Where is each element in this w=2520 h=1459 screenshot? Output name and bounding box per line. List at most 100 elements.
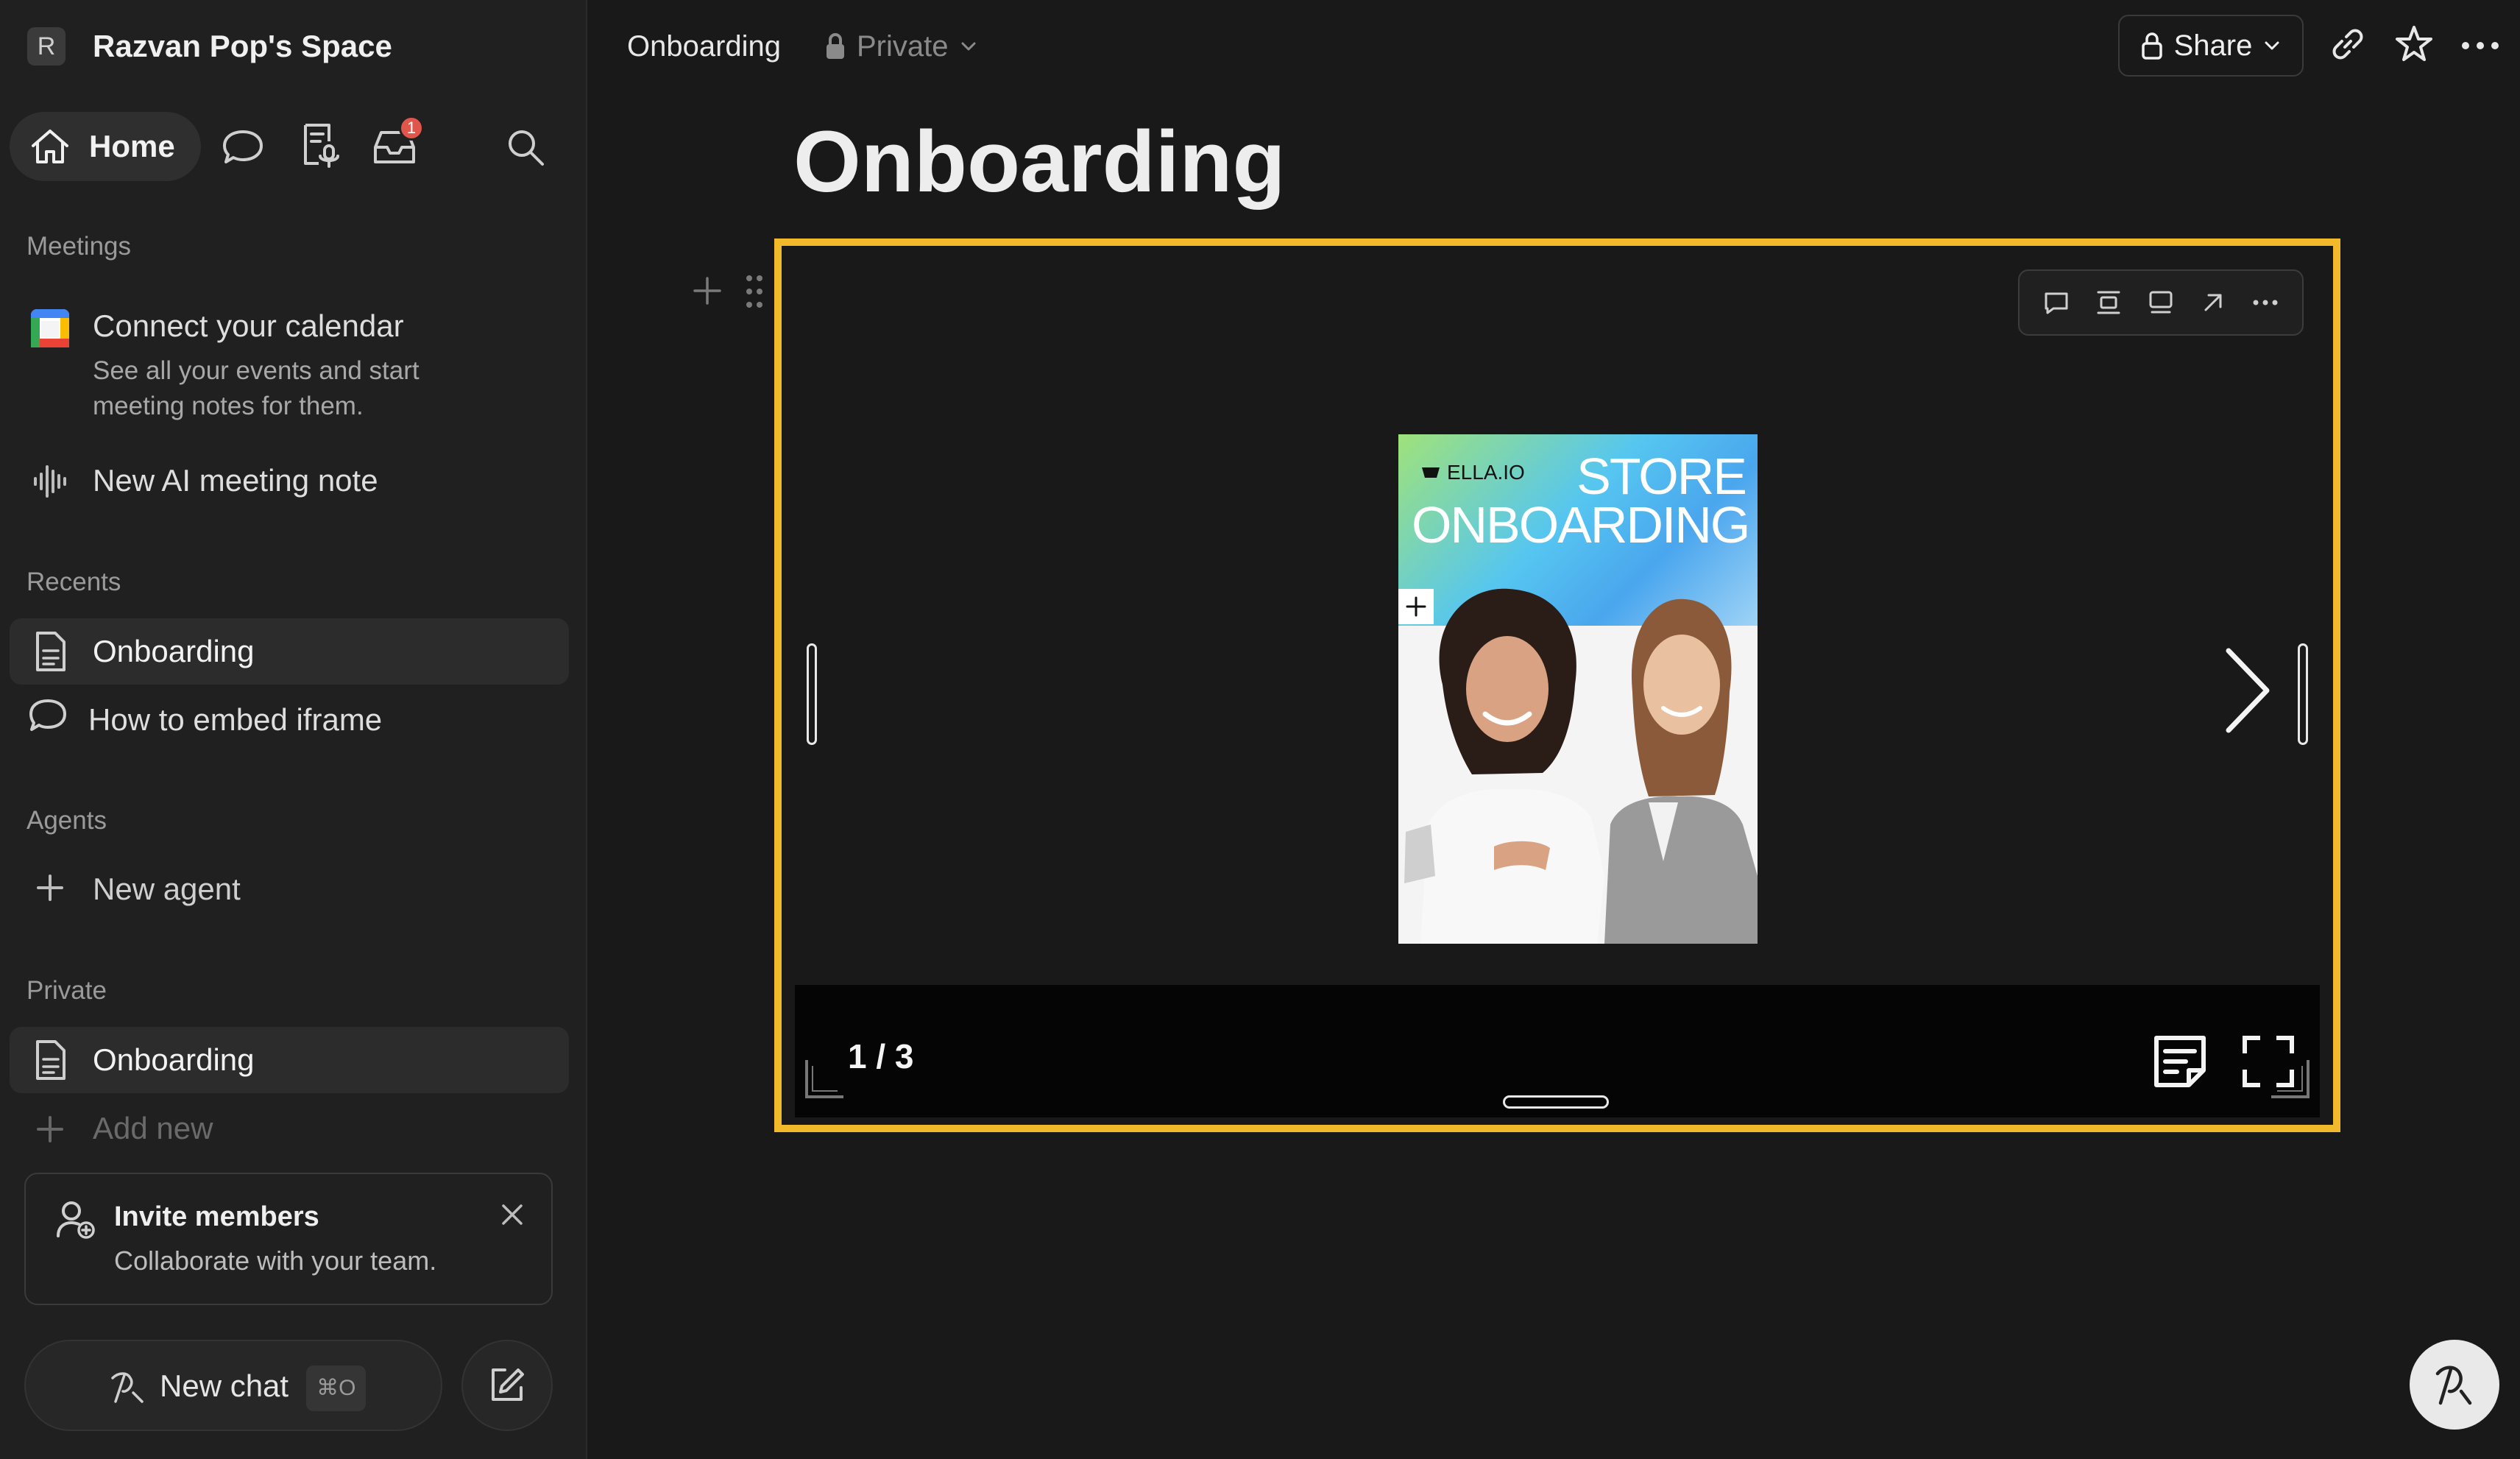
slide-photo-people (1404, 588, 1758, 944)
embed-controls-bar: 1 / 3 (795, 985, 2320, 1117)
slide-brand: ELLA.IO (1420, 461, 1525, 484)
new-chat-button[interactable]: New chat ⌘O (24, 1340, 442, 1431)
document-icon (36, 632, 66, 671)
notes-button[interactable] (2151, 1032, 2209, 1091)
comment-icon (2045, 292, 2068, 314)
chat-bubble-icon (28, 698, 68, 735)
recents-section-label: Recents (26, 568, 121, 596)
document-icon (36, 1040, 66, 1080)
private-section-label: Private (26, 976, 107, 1005)
slide-counter: 1 / 3 (848, 1037, 914, 1075)
more-horizontal-icon (2253, 300, 2278, 305)
workspace-name[interactable]: Razvan Pop's Space (93, 27, 392, 66)
slide-brand-text: ELLA.IO (1447, 461, 1525, 484)
chevron-down-icon (2265, 41, 2279, 50)
private-item-onboarding[interactable]: Onboarding (10, 1027, 569, 1093)
invite-title: Invite members (114, 1201, 319, 1232)
more-horizontal-icon (2462, 42, 2499, 49)
embed-viewer: ELLA.IO STORE ONBOARDING 1 / 3 (795, 253, 2320, 1117)
waveform-icon (32, 462, 71, 501)
workspace-avatar[interactable]: R (27, 27, 66, 66)
caption-button[interactable] (2146, 288, 2176, 317)
crop-corner-bottom-right-icon (2271, 1060, 2310, 1098)
privacy-dropdown[interactable]: Private (824, 28, 978, 65)
add-user-icon (57, 1201, 95, 1239)
align-button[interactable] (2094, 288, 2123, 317)
new-ai-meeting-note-button[interactable]: New AI meeting note (93, 462, 378, 499)
lock-icon (2141, 32, 2162, 60)
private-item-label: Onboarding (93, 1042, 255, 1077)
embed-more-button[interactable] (2251, 288, 2280, 317)
connect-calendar-subtitle-1: See all your events and start (93, 356, 420, 385)
share-label: Share (2173, 29, 2253, 62)
caption-icon (2149, 291, 2173, 314)
open-original-button[interactable] (2198, 288, 2228, 317)
home-label: Home (89, 129, 175, 163)
plus-icon (35, 873, 65, 902)
ai-assistant-icon (2435, 1366, 2472, 1405)
chevron-down-icon (961, 42, 975, 51)
connect-calendar-link[interactable]: Connect your calendar (93, 308, 404, 345)
resize-handle-bottom[interactable] (1503, 1095, 1609, 1109)
star-icon (2396, 26, 2432, 61)
privacy-label: Private (857, 30, 949, 63)
ai-assistant-button[interactable] (2410, 1340, 2499, 1430)
connect-calendar-subtitle-2: meeting notes for them. (93, 392, 364, 420)
chat-bubble-icon (223, 130, 263, 163)
slide-image: ELLA.IO STORE ONBOARDING (1398, 434, 1758, 944)
invite-members-card[interactable]: Invite members Collaborate with your tea… (24, 1173, 553, 1305)
meeting-notes-icon (304, 124, 339, 168)
home-icon (32, 130, 68, 163)
compose-button[interactable] (461, 1340, 553, 1431)
recent-item-how-to-embed-iframe[interactable]: How to embed iframe (88, 702, 382, 738)
crop-corner-bottom-left-icon (805, 1060, 843, 1098)
resize-handle-right[interactable] (2298, 643, 2308, 745)
plus-icon (693, 277, 721, 305)
inbox-badge: 1 (399, 116, 424, 141)
new-agent-button[interactable]: New agent (93, 871, 241, 908)
lock-icon (827, 33, 844, 59)
breadcrumb[interactable]: Onboarding (627, 28, 781, 65)
align-center-icon (2097, 291, 2120, 314)
favorite-button[interactable] (2393, 24, 2435, 65)
next-slide-button[interactable] (2221, 646, 2273, 735)
comment-button[interactable] (2042, 288, 2071, 317)
notes-icon (2154, 1036, 2206, 1087)
new-chat-label: New chat (160, 1368, 289, 1404)
resize-handle-left[interactable] (807, 643, 817, 745)
search-icon (509, 130, 544, 166)
slide-title-line-1: STORE (1576, 448, 1747, 505)
page-title[interactable]: Onboarding (793, 110, 1286, 213)
link-icon (2332, 29, 2363, 60)
ai-sparkle-icon (111, 1372, 144, 1403)
embed-block[interactable]: ELLA.IO STORE ONBOARDING 1 / 3 (774, 239, 2340, 1132)
calendar-icon (29, 308, 71, 349)
close-invite-button[interactable] (500, 1202, 525, 1227)
meeting-notes-nav-button[interactable] (296, 122, 343, 169)
more-options-button[interactable] (2460, 32, 2501, 59)
agents-section-label: Agents (26, 806, 107, 835)
share-button[interactable]: Share (2118, 15, 2304, 77)
close-icon (502, 1204, 523, 1225)
new-chat-shortcut: ⌘O (306, 1366, 367, 1411)
brand-logo-icon (1422, 467, 1440, 478)
sidebar: R Razvan Pop's Space Home 1 Meetings Con… (0, 0, 587, 1459)
drag-handle[interactable] (743, 272, 765, 311)
nav-home-button[interactable]: Home (10, 112, 201, 181)
embed-toolbar (2018, 269, 2304, 336)
search-button[interactable] (502, 124, 549, 171)
chevron-right-icon (2226, 648, 2270, 733)
chat-nav-button[interactable] (219, 124, 266, 171)
compose-icon (492, 1368, 524, 1401)
recent-item-label: Onboarding (93, 634, 255, 668)
copy-link-button[interactable] (2327, 24, 2368, 65)
drag-dots-icon (746, 275, 762, 308)
plus-icon (35, 1114, 65, 1144)
meetings-section-label: Meetings (26, 232, 132, 261)
slide-title-line-2: ONBOARDING (1412, 496, 1750, 554)
arrow-up-right-icon (2204, 294, 2222, 311)
add-block-button[interactable] (692, 275, 723, 306)
recent-item-onboarding[interactable]: Onboarding (10, 618, 569, 685)
add-new-page-button[interactable]: Add new (93, 1110, 213, 1147)
invite-subtitle: Collaborate with your team. (114, 1246, 437, 1276)
